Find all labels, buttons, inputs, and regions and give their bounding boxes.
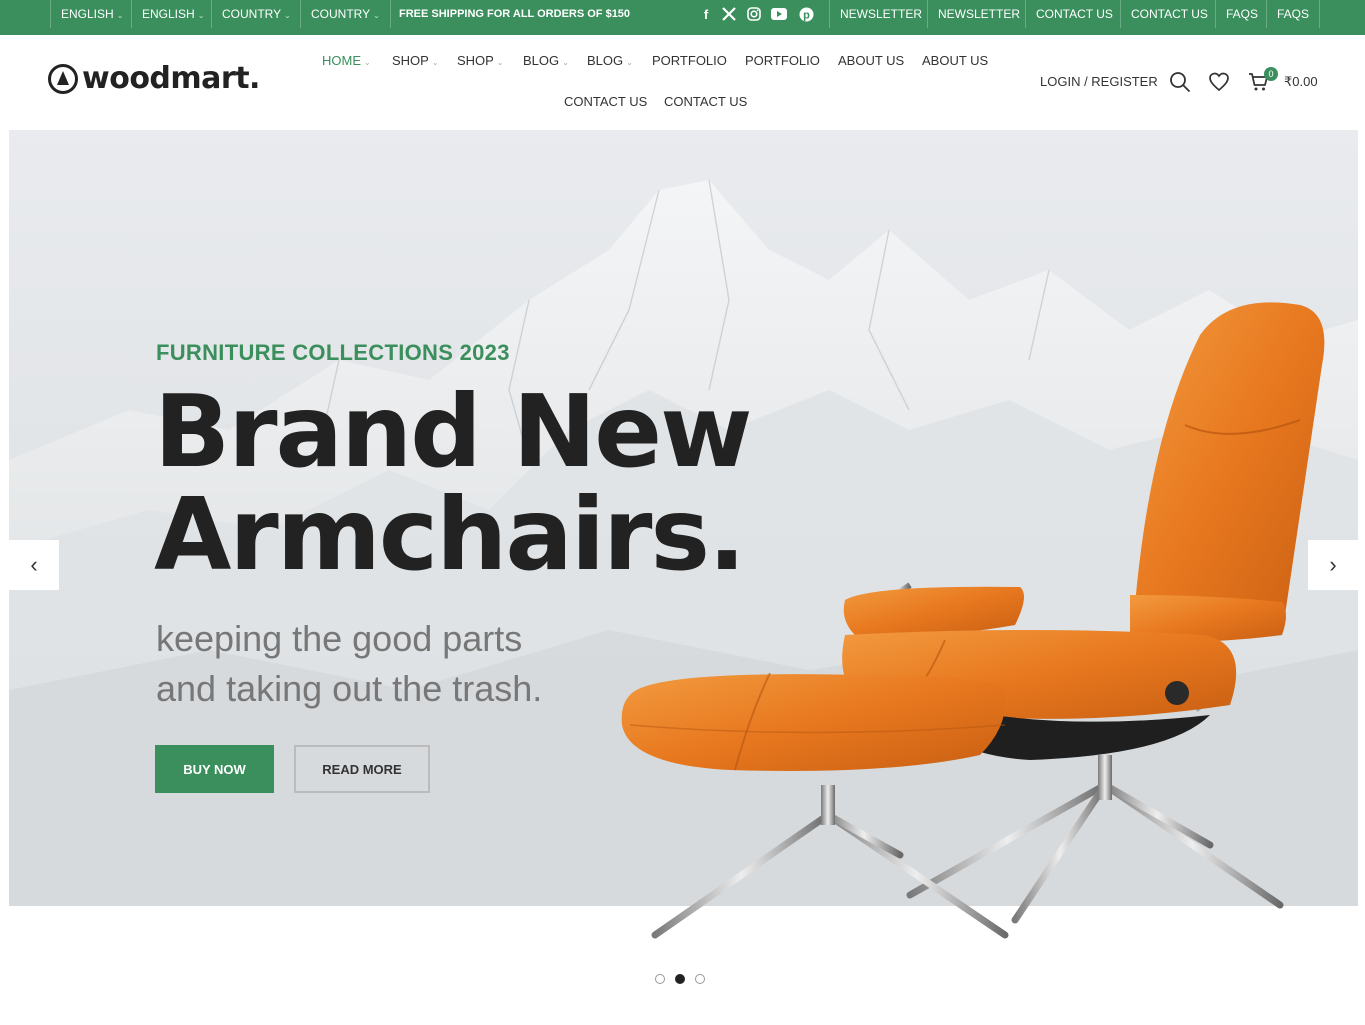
chevron-down-icon: ⌄ bbox=[431, 58, 439, 67]
chevron-down-icon: ⌄ bbox=[373, 11, 380, 20]
country-selector[interactable]: COUNTRY ⌄ bbox=[211, 0, 301, 28]
faqs-link-2[interactable]: FAQS bbox=[1266, 0, 1321, 28]
tree-logo-icon bbox=[48, 63, 78, 94]
hero-description: keeping the good parts and taking out th… bbox=[156, 614, 542, 714]
site-logo[interactable]: woodmart. bbox=[48, 61, 260, 96]
nav-contact[interactable]: CONTACT US bbox=[564, 94, 647, 109]
nav-about[interactable]: ABOUT US bbox=[838, 53, 904, 68]
slider-dot-active[interactable] bbox=[675, 974, 685, 984]
nav-shop[interactable]: SHOP ⌄ bbox=[392, 53, 439, 68]
nav-blog[interactable]: BLOG ⌄ bbox=[523, 53, 569, 68]
nav-label: BLOG bbox=[523, 53, 560, 68]
contact-link[interactable]: CONTACT US bbox=[1025, 0, 1123, 28]
search-icon[interactable] bbox=[1169, 71, 1191, 93]
language-label: ENGLISH bbox=[142, 7, 195, 21]
chevron-down-icon: ⌄ bbox=[626, 58, 633, 67]
pinterest-icon[interactable]: p bbox=[798, 6, 814, 22]
nav-shop-2[interactable]: SHOP ⌄ bbox=[457, 53, 504, 68]
faqs-link[interactable]: FAQS bbox=[1215, 0, 1268, 28]
hero-desc-line: keeping the good parts bbox=[156, 618, 523, 659]
newsletter-link[interactable]: NEWSLETTER bbox=[829, 0, 932, 28]
language-selector-2[interactable]: ENGLISH ⌄ bbox=[131, 0, 214, 28]
x-twitter-icon[interactable] bbox=[721, 6, 737, 22]
logo-text: woodmart. bbox=[82, 61, 260, 96]
nav-label: SHOP bbox=[392, 53, 429, 68]
country-label: COUNTRY bbox=[222, 7, 282, 21]
country-label: COUNTRY bbox=[311, 7, 371, 21]
shipping-notice: FREE SHIPPING FOR ALL ORDERS OF $150 bbox=[399, 8, 631, 20]
instagram-icon[interactable] bbox=[746, 6, 762, 22]
site-header: woodmart. HOME ⌄ SHOP ⌄ SHOP ⌄ BLOG ⌄ BLOG ⌄ … bbox=[0, 35, 1365, 130]
read-more-button[interactable]: READ MORE bbox=[294, 745, 430, 793]
cart-count-badge: 0 bbox=[1264, 67, 1278, 81]
hero-subtitle: FURNITURE COLLECTIONS 2023 bbox=[156, 340, 510, 365]
slider-pagination bbox=[655, 974, 705, 984]
cart-total[interactable]: ₹0.00 bbox=[1284, 74, 1318, 90]
slider-dot[interactable] bbox=[655, 974, 665, 984]
youtube-icon[interactable] bbox=[771, 6, 787, 22]
country-selector-2[interactable]: COUNTRY ⌄ bbox=[300, 0, 391, 28]
chevron-down-icon: ⌄ bbox=[496, 58, 504, 67]
chevron-down-icon: ⌄ bbox=[116, 11, 124, 20]
language-selector[interactable]: ENGLISH ⌄ bbox=[50, 0, 133, 28]
facebook-icon[interactable]: f bbox=[698, 6, 714, 22]
nav-portfolio[interactable]: PORTFOLIO bbox=[652, 53, 727, 68]
nav-contact-2[interactable]: CONTACT US bbox=[664, 94, 747, 109]
chevron-down-icon: ⌄ bbox=[284, 11, 291, 20]
chevron-down-icon: ⌄ bbox=[364, 58, 371, 67]
orange-armchair-image bbox=[621, 302, 1325, 984]
login-register-link[interactable]: LOGIN / REGISTER bbox=[1040, 74, 1158, 89]
chevron-down-icon: ⌄ bbox=[197, 11, 205, 20]
wishlist-heart-icon[interactable] bbox=[1208, 71, 1230, 93]
nav-label: SHOP bbox=[457, 53, 494, 68]
nav-portfolio-2[interactable]: PORTFOLIO bbox=[745, 53, 820, 68]
chevron-down-icon: ⌄ bbox=[562, 58, 569, 67]
hero-desc-line: and taking out the trash. bbox=[156, 668, 543, 709]
newsletter-link-2[interactable]: NEWSLETTER bbox=[927, 0, 1030, 28]
nav-blog-2[interactable]: BLOG ⌄ bbox=[587, 53, 633, 68]
top-bar: ENGLISH ⌄ ENGLISH ⌄ COUNTRY ⌄ COUNTRY ⌄ FREE… bbox=[0, 0, 1365, 35]
contact-link-2[interactable]: CONTACT US bbox=[1120, 0, 1218, 28]
nav-label: BLOG bbox=[587, 53, 624, 68]
nav-about-2[interactable]: ABOUT US bbox=[922, 53, 988, 68]
buy-now-button[interactable]: BUY NOW bbox=[155, 745, 274, 793]
slider-dot[interactable] bbox=[695, 974, 705, 984]
nav-home[interactable]: HOME ⌄ bbox=[322, 53, 371, 68]
slider-next-arrow[interactable]: › bbox=[1308, 540, 1358, 590]
slider-prev-arrow[interactable]: ‹ bbox=[9, 540, 59, 590]
nav-label: HOME bbox=[322, 53, 361, 68]
language-label: ENGLISH bbox=[61, 7, 114, 21]
svg-text:p: p bbox=[803, 9, 810, 21]
